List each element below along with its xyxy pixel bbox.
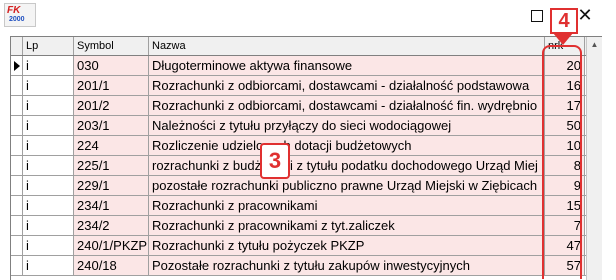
cell-nazwa[interactable]: Rozrachunki z odbiorcami, dostawcami - d… — [149, 76, 545, 95]
cell-lp[interactable]: i — [23, 216, 74, 235]
table-row[interactable]: i 234/1 Rozrachunki z pracownikami 15 — [11, 196, 601, 216]
cell-lp[interactable]: i — [23, 176, 74, 195]
vertical-scrollbar[interactable]: ▲ — [586, 37, 602, 280]
scroll-up-icon[interactable]: ▲ — [587, 37, 602, 52]
cell-nazwa[interactable]: Rozrachunki z tytułu pożyczek PKZP — [149, 236, 545, 255]
table-row[interactable]: i 234/2 Rozrachunki z pracownikami z tyt.z… — [11, 216, 601, 236]
table-row[interactable]: i 203/1 Należności z tytułu przyłączy do s… — [11, 116, 601, 136]
app-logo-year: 2000 — [9, 16, 25, 23]
annotation-badge-4: 4 — [550, 8, 578, 34]
header-symbol[interactable]: Symbol — [74, 37, 149, 55]
cell-lp[interactable]: i — [23, 96, 74, 115]
cell-lp[interactable]: i — [23, 56, 74, 75]
table-row[interactable]: i 224 Rozliczenie udzielonych dotacji budż… — [11, 136, 601, 156]
table-row[interactable]: i 201/2 Rozrachunki z odbiorcami, dostawca… — [11, 96, 601, 116]
cell-nazwa[interactable]: pozostałe rozrachunki publiczno prawne U… — [149, 176, 545, 195]
cell-lp[interactable]: i — [23, 256, 74, 275]
header-nazwa[interactable]: Nazwa — [149, 37, 545, 55]
accounts-grid[interactable]: Lp Symbol Nazwa nrk i 030 Długoterminowe a… — [10, 36, 602, 280]
table-row[interactable]: i 240/18 Pozostałe rozrachunki z tytułu za… — [11, 256, 601, 276]
header-lp[interactable]: Lp — [23, 37, 74, 55]
cell-lp[interactable]: i — [23, 116, 74, 135]
cell-lp[interactable]: i — [23, 156, 74, 175]
row-pointer-icon — [14, 61, 20, 71]
cell-nazwa[interactable]: Długoterminowe aktywa finansowe — [149, 56, 545, 75]
arrow-down-icon — [553, 33, 573, 45]
table-row[interactable]: i 030 Długoterminowe aktywa finansowe 20 — [11, 56, 601, 76]
cell-symbol[interactable]: 225/1 — [74, 156, 149, 175]
row-indicator — [11, 76, 23, 95]
title-bar: FK 2000 ✕ — [0, 0, 616, 34]
table-row[interactable]: i 240/1/PKZP Rozrachunki z tytułu pożyczek… — [11, 236, 601, 256]
cell-lp[interactable]: i — [23, 76, 74, 95]
cell-symbol[interactable]: 203/1 — [74, 116, 149, 135]
row-indicator — [11, 256, 23, 275]
maximize-button[interactable] — [522, 4, 552, 28]
row-indicator — [11, 176, 23, 195]
cell-symbol[interactable]: 229/1 — [74, 176, 149, 195]
cell-nazwa[interactable]: Należności z tytułu przyłączy do sieci w… — [149, 116, 545, 135]
table-row[interactable]: i 225/1 rozrachunki z budżetami z tytułu p… — [11, 156, 601, 176]
cell-nazwa[interactable]: Rozrachunki z pracownikami z tyt.zalicze… — [149, 216, 545, 235]
row-indicator — [11, 136, 23, 155]
cell-nazwa[interactable]: Rozrachunki z pracownikami — [149, 196, 545, 215]
cell-lp[interactable]: i — [23, 236, 74, 255]
close-icon: ✕ — [577, 5, 593, 25]
annotation-badge-3: 3 — [260, 143, 290, 179]
cell-symbol[interactable]: 240/18 — [74, 256, 149, 275]
row-indicator — [11, 56, 23, 75]
row-indicator — [11, 236, 23, 255]
cell-symbol[interactable]: 234/2 — [74, 216, 149, 235]
cell-symbol[interactable]: 240/1/PKZP — [74, 236, 149, 255]
cell-lp[interactable]: i — [23, 136, 74, 155]
table-row[interactable]: i 201/1 Rozrachunki z odbiorcami, dostawca… — [11, 76, 601, 96]
app-logo-text: FK — [7, 5, 21, 16]
row-indicator — [11, 156, 23, 175]
app-logo: FK 2000 — [4, 3, 36, 27]
table-row[interactable]: i 229/1 pozostałe rozrachunki publiczno pr… — [11, 176, 601, 196]
grid-header: Lp Symbol Nazwa nrk — [11, 37, 601, 56]
maximize-icon — [531, 10, 543, 22]
cell-symbol[interactable]: 030 — [74, 56, 149, 75]
cell-nazwa[interactable]: Rozrachunki z odbiorcami, dostawcami - d… — [149, 96, 545, 115]
row-indicator — [11, 216, 23, 235]
cell-symbol[interactable]: 201/1 — [74, 76, 149, 95]
cell-lp[interactable]: i — [23, 196, 74, 215]
cell-nazwa[interactable]: rozrachunki z budżetami z tytułu podatku… — [149, 156, 545, 175]
nrk-column-highlight — [542, 45, 582, 279]
row-indicator — [11, 96, 23, 115]
cell-nazwa[interactable]: Pozostałe rozrachunki z tytułu zakupów i… — [149, 256, 545, 275]
cell-symbol[interactable]: 224 — [74, 136, 149, 155]
cell-symbol[interactable]: 234/1 — [74, 196, 149, 215]
cell-symbol[interactable]: 201/2 — [74, 96, 149, 115]
header-indicator — [11, 37, 23, 55]
row-indicator — [11, 196, 23, 215]
row-indicator — [11, 116, 23, 135]
cell-nazwa[interactable]: Rozliczenie udzielonych dotacji budżetow… — [149, 136, 545, 155]
